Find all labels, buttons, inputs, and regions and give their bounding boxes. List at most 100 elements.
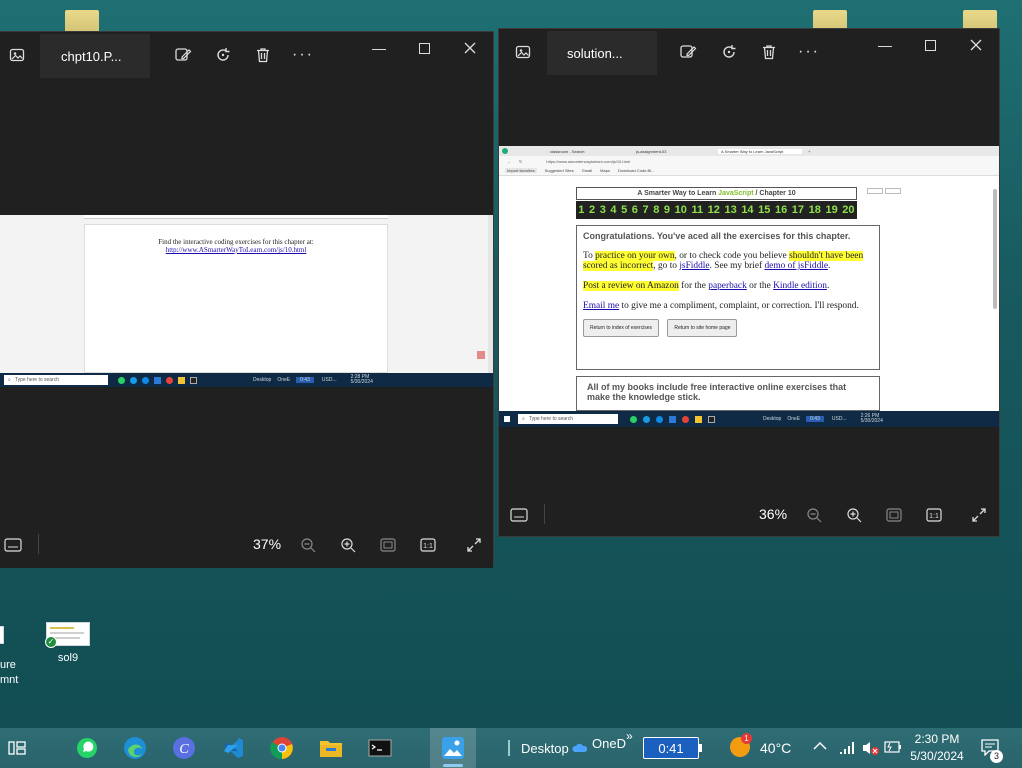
photos-taskbar-button[interactable] bbox=[430, 728, 476, 768]
scrollbar[interactable] bbox=[488, 215, 493, 373]
chapter-number-link[interactable]: 3 bbox=[600, 204, 606, 216]
filmstrip-icon[interactable] bbox=[2, 534, 24, 556]
more-options-icon[interactable]: ··· bbox=[798, 41, 820, 63]
terminal-icon[interactable] bbox=[367, 735, 393, 761]
volume-muted-icon[interactable] bbox=[861, 738, 879, 761]
battery-timer-widget[interactable]: 0:41 bbox=[643, 737, 699, 759]
chapter-number-link[interactable]: 6 bbox=[632, 204, 638, 216]
chapter-number-link[interactable]: 14 bbox=[741, 204, 753, 216]
filmstrip-icon[interactable] bbox=[508, 504, 530, 526]
return-index-button[interactable]: Return to index of exercises bbox=[583, 319, 659, 337]
review-paragraph: Post a review on Amazon for the paperbac… bbox=[583, 281, 830, 291]
favorite-item: Download Code.Bl... bbox=[617, 168, 655, 173]
fullscreen-icon[interactable] bbox=[463, 534, 485, 556]
clock-date: 5/30/2024 bbox=[910, 749, 964, 763]
whatsapp-icon[interactable] bbox=[74, 735, 100, 761]
minimize-button[interactable]: — bbox=[368, 37, 390, 59]
image-app-icon bbox=[6, 44, 28, 66]
desktop-toolbar-label[interactable]: Desktop bbox=[521, 741, 569, 756]
photos-icon bbox=[442, 737, 464, 759]
close-button[interactable] bbox=[965, 34, 987, 56]
desktop-icon-ure-mnt[interactable]: ure mnt bbox=[0, 626, 24, 688]
browser-scrollbar[interactable] bbox=[993, 189, 997, 309]
chapter-number-link[interactable]: 4 bbox=[610, 204, 616, 216]
actual-size-icon[interactable]: 1:1 bbox=[923, 504, 945, 526]
paperback-link[interactable]: paperback bbox=[708, 281, 747, 291]
delete-icon[interactable] bbox=[252, 44, 274, 66]
fullscreen-icon[interactable] bbox=[968, 504, 990, 526]
edit-image-icon[interactable] bbox=[172, 44, 194, 66]
screenshot-onedrive-label: OneE bbox=[277, 377, 291, 383]
minimize-button[interactable]: — bbox=[874, 34, 896, 56]
screenshot-search-box: ⌕ Type here to search bbox=[518, 414, 618, 424]
screenshot-usd: USD... bbox=[831, 416, 847, 422]
chapter-number-link[interactable]: 9 bbox=[664, 204, 670, 216]
chapter-number-link[interactable]: 17 bbox=[792, 204, 804, 216]
clock-time: 2:30 PM bbox=[914, 732, 960, 746]
task-view-icon[interactable] bbox=[4, 735, 30, 761]
file-explorer-icon[interactable] bbox=[318, 735, 344, 761]
chapter-number-link[interactable]: 5 bbox=[621, 204, 627, 216]
chapter-number-link[interactable]: 8 bbox=[653, 204, 659, 216]
zoom-level: 37% bbox=[253, 536, 282, 552]
edge-icon[interactable] bbox=[122, 735, 148, 761]
tab-active[interactable]: solution... bbox=[547, 31, 657, 75]
vscode-icon[interactable] bbox=[220, 735, 246, 761]
zoom-in-icon[interactable] bbox=[843, 504, 865, 526]
maximize-button[interactable] bbox=[919, 34, 941, 56]
close-button[interactable] bbox=[459, 37, 481, 59]
delete-icon[interactable] bbox=[758, 41, 780, 63]
browser-tab-strip: classroom - Search js-assignment-03 A Sm… bbox=[499, 146, 999, 156]
kindle-link[interactable]: Kindle edition bbox=[773, 281, 827, 291]
svg-text:C: C bbox=[179, 742, 189, 757]
fit-to-window-icon[interactable] bbox=[377, 534, 399, 556]
desktop-icon-sol9[interactable]: ✓ sol9 bbox=[38, 622, 98, 664]
chapter-number-link[interactable]: 16 bbox=[775, 204, 787, 216]
image-app-icon bbox=[512, 41, 534, 63]
page-link[interactable]: http://www.ASmarterWayToLearn.com/js/10.… bbox=[85, 246, 387, 254]
maximize-button[interactable] bbox=[413, 37, 435, 59]
battery-tip bbox=[699, 744, 702, 752]
chapter-number-link[interactable]: 10 bbox=[675, 204, 687, 216]
demo-jsfiddle-link[interactable]: demo of jsFiddle bbox=[764, 261, 828, 271]
clock[interactable]: 2:30 PM 5/30/2024 bbox=[909, 731, 965, 765]
show-hidden-icons-chevron[interactable] bbox=[813, 738, 827, 754]
chapter-number-link[interactable]: 13 bbox=[724, 204, 736, 216]
actual-size-icon[interactable]: 1:1 bbox=[417, 534, 439, 556]
chapter-number-link[interactable]: 11 bbox=[691, 204, 703, 216]
edit-image-icon[interactable] bbox=[677, 41, 699, 63]
network-icon[interactable] bbox=[838, 738, 856, 761]
chapter-number-link[interactable]: 19 bbox=[825, 204, 837, 216]
window-title: solution... bbox=[567, 45, 623, 61]
zoom-level: 36% bbox=[759, 506, 788, 522]
more-options-icon[interactable]: ··· bbox=[292, 44, 314, 66]
battery-timer-text: 0:41 bbox=[658, 740, 684, 756]
chapter-number-link[interactable]: 7 bbox=[643, 204, 649, 216]
weather-temp[interactable]: 40°C bbox=[760, 740, 791, 756]
chapter-number-link[interactable]: 1 bbox=[578, 204, 584, 216]
chapter-number-strip: 1 2 3 4 5 6 7 8 9 10 11 12 13 14 15 16 17 18 19 20 bbox=[576, 201, 857, 219]
onedrive-cloud-icon[interactable] bbox=[572, 740, 588, 758]
chapter-number-link[interactable]: 20 bbox=[842, 204, 854, 216]
return-home-button[interactable]: Return to site home page bbox=[667, 319, 738, 337]
rotate-icon[interactable] bbox=[212, 44, 234, 66]
zoom-out-icon[interactable] bbox=[297, 534, 319, 556]
jsfiddle-link[interactable]: jsFiddle bbox=[679, 261, 709, 271]
canva-icon[interactable]: C bbox=[171, 735, 197, 761]
rotate-icon[interactable] bbox=[718, 41, 740, 63]
tab-active[interactable]: chpt10.P... bbox=[40, 34, 150, 78]
zoom-in-icon[interactable] bbox=[337, 534, 359, 556]
battery-icon[interactable] bbox=[884, 740, 902, 759]
chrome-icon[interactable] bbox=[269, 735, 295, 761]
chapter-number-link[interactable]: 12 bbox=[708, 204, 720, 216]
chapter-number-link[interactable]: 2 bbox=[589, 204, 595, 216]
browser-screenshot[interactable]: classroom - Search js-assignment-03 A Sm… bbox=[499, 146, 999, 411]
chapter-number-link[interactable]: 18 bbox=[809, 204, 821, 216]
expand-chevron-icon[interactable]: » bbox=[626, 729, 633, 743]
email-link[interactable]: Email me bbox=[583, 301, 619, 311]
chapter-number-link[interactable]: 15 bbox=[758, 204, 770, 216]
zoom-out-icon[interactable] bbox=[803, 504, 825, 526]
pdf-page-top-edge bbox=[84, 215, 388, 219]
image-canvas[interactable]: Find the interactive coding exercises fo… bbox=[0, 215, 493, 373]
fit-to-window-icon[interactable] bbox=[883, 504, 905, 526]
